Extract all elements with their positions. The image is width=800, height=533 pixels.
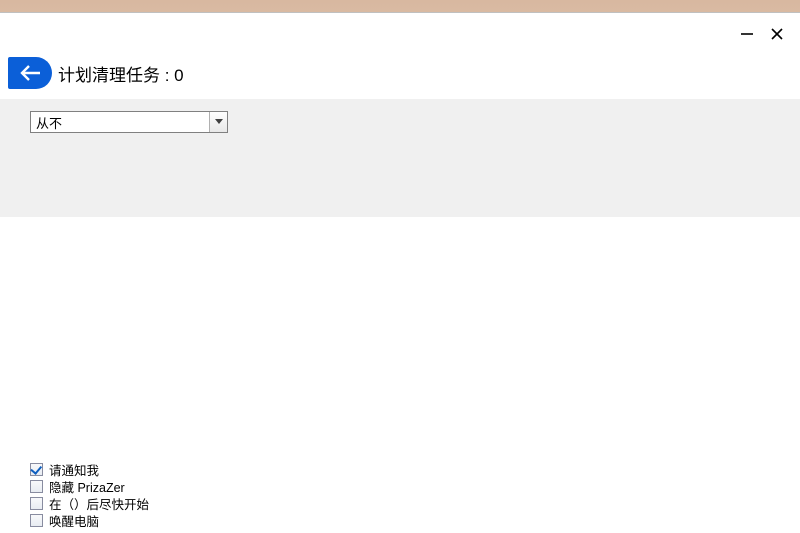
back-button[interactable] [8,57,52,89]
titlebar [0,13,800,55]
close-button[interactable] [762,19,792,49]
options-group: 请通知我 隐藏 PrizaZer 在（）后尽快开始 唤醒电脑 [30,461,149,529]
checkbox[interactable] [30,480,43,493]
checkbox[interactable] [30,497,43,510]
schedule-frequency-select[interactable]: 从不 [30,111,228,133]
chevron-down-icon [209,112,227,132]
arrow-left-icon [17,63,43,83]
option-hide-prizazer[interactable]: 隐藏 PrizaZer [30,478,149,495]
option-start-asap-after[interactable]: 在（）后尽快开始 [30,495,149,512]
option-notify-me[interactable]: 请通知我 [30,461,149,478]
option-wake-computer[interactable]: 唤醒电脑 [30,512,149,529]
schedule-frequency-value: 从不 [36,113,62,132]
schedule-panel: 从不 [0,99,800,217]
minimize-button[interactable] [732,19,762,49]
checkbox[interactable] [30,514,43,527]
checkbox[interactable] [30,463,43,476]
desktop-background: 计划清理任务 : 0 从不 请通知我 隐藏 PrizaZer 在（）后尽快开始 [0,0,800,533]
option-label: 唤醒电脑 [49,511,99,530]
header-row: 计划清理任务 : 0 [0,55,800,91]
page-title: 计划清理任务 : 0 [58,61,184,86]
app-window: 计划清理任务 : 0 从不 请通知我 隐藏 PrizaZer 在（）后尽快开始 [0,12,800,533]
